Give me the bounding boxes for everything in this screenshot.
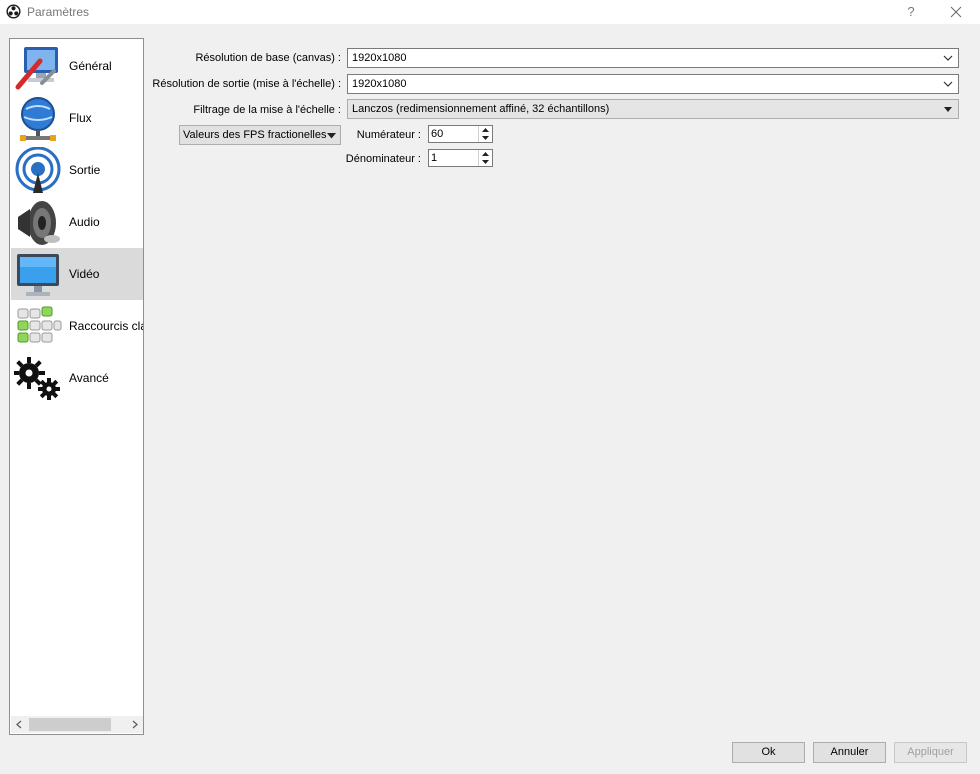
gears-icon xyxy=(14,357,60,400)
numerator-value: 60 xyxy=(431,128,444,140)
spinbox-buttons xyxy=(478,126,492,142)
downscale-filter-value: Lanczos (redimensionnement affiné, 32 éc… xyxy=(352,103,610,115)
close-icon[interactable] xyxy=(936,0,976,24)
settings-window: Paramètres ? Général Flux Sortie Audio V… xyxy=(0,0,980,774)
chevron-down-icon xyxy=(943,81,953,87)
ok-button[interactable]: Ok xyxy=(732,742,805,763)
monitor-icon xyxy=(17,254,59,296)
scroll-left-icon[interactable] xyxy=(11,716,28,733)
sidebar-item-advanced[interactable]: Avancé xyxy=(11,352,143,404)
speaker-icon xyxy=(18,201,60,245)
spin-up-icon[interactable] xyxy=(479,126,492,134)
spinbox-buttons xyxy=(478,150,492,166)
dropdown-triangle-icon xyxy=(944,107,952,112)
denominator-value: 1 xyxy=(431,152,438,164)
keyboard-icon xyxy=(17,306,62,343)
fps-type-value: Valeurs des FPS fractionelles xyxy=(183,129,327,141)
spin-down-icon[interactable] xyxy=(479,134,492,142)
window-title: Paramètres xyxy=(27,5,90,19)
dropdown-triangle-icon xyxy=(327,133,336,139)
sidebar-item-label: Sortie xyxy=(69,163,101,177)
spin-down-icon[interactable] xyxy=(479,158,492,166)
title-bar: Paramètres ? xyxy=(0,0,980,24)
chevron-down-icon xyxy=(943,55,953,61)
cancel-button[interactable]: Annuler xyxy=(813,742,886,763)
settings-sidebar: Général Flux Sortie Audio Vidéo Raccourc… xyxy=(9,38,144,735)
downscale-filter-combo[interactable]: Lanczos (redimensionnement affiné, 32 éc… xyxy=(347,99,959,119)
numerator-label: Numérateur : xyxy=(356,129,421,141)
fps-type-dropdown[interactable]: Valeurs des FPS fractionelles xyxy=(179,125,341,145)
sidebar-item-hotkeys[interactable]: Raccourcis cla xyxy=(11,300,143,352)
scrollbar-thumb[interactable] xyxy=(29,718,111,731)
sidebar-item-label: Avancé xyxy=(69,371,109,385)
sidebar-item-label: Général xyxy=(69,59,112,73)
sidebar-item-output[interactable]: Sortie xyxy=(11,144,143,196)
sidebar-item-label: Flux xyxy=(69,111,92,125)
base-resolution-label: Résolution de base (canvas) : xyxy=(195,52,341,64)
obs-logo-icon xyxy=(6,4,21,19)
base-resolution-combo[interactable]: 1920x1080 xyxy=(347,48,959,68)
output-icon xyxy=(15,147,61,193)
denominator-label: Dénominateur : xyxy=(345,153,421,165)
scroll-right-icon[interactable] xyxy=(126,716,143,733)
base-resolution-value: 1920x1080 xyxy=(352,52,407,64)
sidebar-item-general[interactable]: Général xyxy=(11,40,143,92)
downscale-filter-label: Filtrage de la mise à l'échelle : xyxy=(193,104,341,116)
denominator-spinbox[interactable]: 1 xyxy=(428,149,493,167)
general-icon xyxy=(15,47,58,90)
output-resolution-label: Résolution de sortie (mise à l'échelle) … xyxy=(152,78,341,90)
sidebar-item-label: Raccourcis cla xyxy=(69,319,144,333)
output-resolution-value: 1920x1080 xyxy=(352,78,407,90)
sidebar-item-stream[interactable]: Flux xyxy=(11,92,143,144)
sidebar-item-video[interactable]: Vidéo xyxy=(11,248,143,300)
sidebar-horizontal-scrollbar[interactable] xyxy=(11,716,143,733)
spin-up-icon[interactable] xyxy=(479,150,492,158)
output-resolution-combo[interactable]: 1920x1080 xyxy=(347,74,959,94)
stream-icon xyxy=(20,97,56,141)
sidebar-item-label: Audio xyxy=(69,215,100,229)
numerator-spinbox[interactable]: 60 xyxy=(428,125,493,143)
help-button[interactable]: ? xyxy=(898,0,924,24)
apply-button[interactable]: Appliquer xyxy=(894,742,967,763)
sidebar-item-audio[interactable]: Audio xyxy=(11,196,143,248)
sidebar-item-label: Vidéo xyxy=(69,267,100,281)
